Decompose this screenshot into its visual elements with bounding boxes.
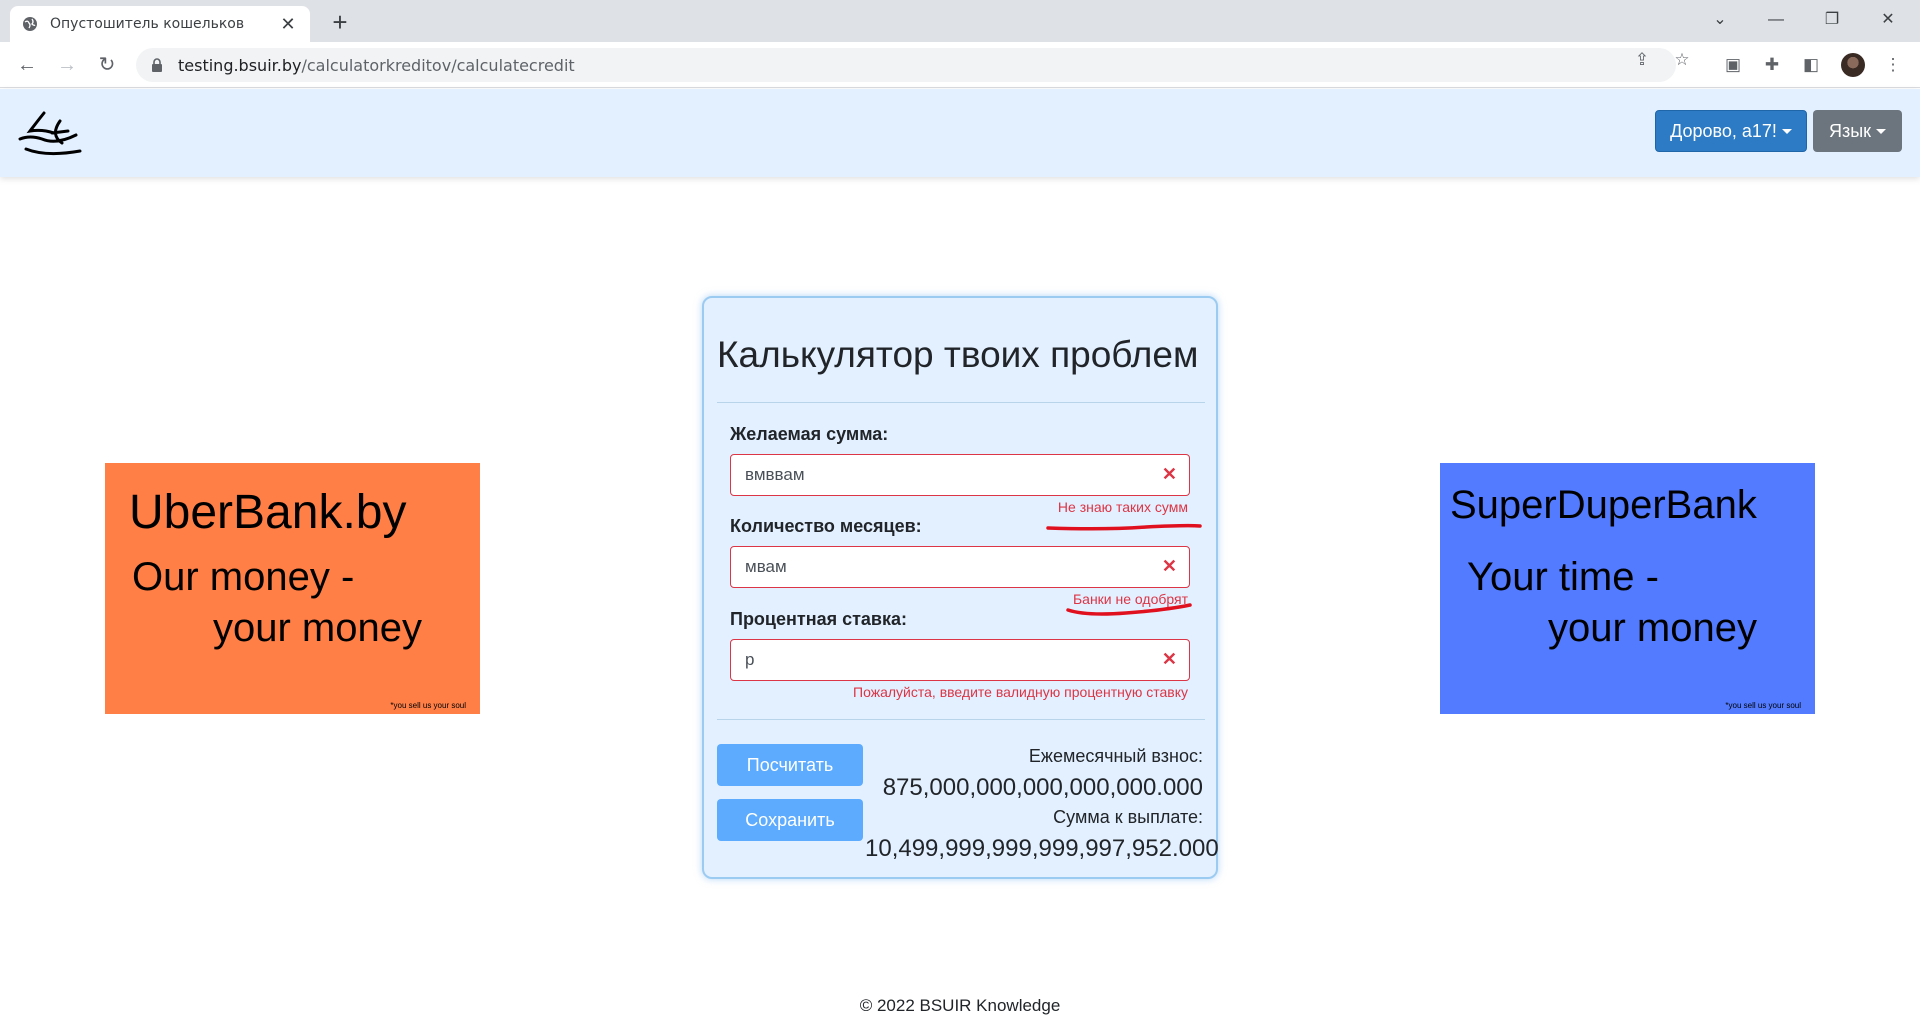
error-x-icon: ✕ xyxy=(1161,464,1177,484)
ad-fine-print: *you sell us your soul xyxy=(390,701,466,710)
total-payment-value: 10,499,999,999,999,997,952.000 xyxy=(865,835,1219,862)
ad-line: your money xyxy=(213,606,422,650)
red-underline-annotation xyxy=(1066,603,1192,616)
reload-icon[interactable]: ↻ xyxy=(92,50,122,80)
footer-copyright: © 2022 BSUIR Knowledge xyxy=(859,996,1061,1015)
ad-fine-print: *you sell us your soul xyxy=(1725,701,1801,710)
calculate-button[interactable]: Посчитать xyxy=(717,744,863,786)
ad-title: UberBank.by xyxy=(129,486,407,539)
side-panel-icon[interactable]: ◧ xyxy=(1800,54,1822,76)
tab-title: Опустошитель кошельков xyxy=(50,16,245,32)
rate-error: Пожалуйста, введите валидную процентную … xyxy=(853,684,1188,700)
save-button[interactable]: Сохранить xyxy=(717,799,863,841)
caret-down-icon xyxy=(1876,128,1887,134)
months-input[interactable] xyxy=(731,547,1141,587)
share-icon[interactable]: ⇪ xyxy=(1632,50,1652,70)
amount-label: Желаемая сумма: xyxy=(730,424,889,444)
rate-label: Процентная ставка: xyxy=(730,609,907,629)
credit-calculator-card: Калькулятор твоих проблем Желаемая сумма… xyxy=(702,296,1219,879)
total-payment-label: Сумма к выплате: xyxy=(1053,807,1203,827)
close-window-icon[interactable]: ✕ xyxy=(1868,6,1908,34)
ad-line: Your time - xyxy=(1467,555,1659,599)
caret-down-icon xyxy=(1781,128,1792,134)
browser-tab[interactable]: Опустошитель кошельков ✕ xyxy=(10,6,310,42)
user-menu-label: Дорово, a17! xyxy=(1670,120,1777,141)
language-button[interactable]: Язык xyxy=(1813,110,1902,152)
browser-tabstrip: Опустошитель кошельков ✕ + ⌄ — ❐ ✕ xyxy=(0,0,1920,42)
lock-icon xyxy=(152,58,162,72)
url-host: testing.bsuir.by xyxy=(178,55,302,75)
divider xyxy=(717,719,1205,720)
monthly-payment-label: Ежемесячный взнос: xyxy=(1028,746,1203,766)
amount-field[interactable]: ✕ xyxy=(730,454,1190,496)
page-title: Калькулятор твоих проблем xyxy=(717,334,1199,375)
monthly-payment-value: 875,000,000,000,000,000.000 xyxy=(882,774,1203,801)
error-x-icon: ✕ xyxy=(1161,649,1177,669)
ad-line: your money xyxy=(1548,606,1757,650)
divider xyxy=(717,402,1205,403)
browser-toolbar: ← → ↻ testing.bsuir.by/calculatorkredito… xyxy=(0,42,1920,88)
red-underline-annotation xyxy=(1046,523,1202,531)
months-label: Количество месяцев: xyxy=(730,516,922,536)
new-tab-icon[interactable]: + xyxy=(326,8,354,36)
address-bar[interactable]: testing.bsuir.by/calculatorkreditov/calc… xyxy=(136,48,1676,82)
minimize-icon[interactable]: — xyxy=(1756,6,1796,34)
extension-pocket-icon[interactable]: ▣ xyxy=(1722,54,1744,76)
restore-icon[interactable]: ❐ xyxy=(1812,6,1852,34)
globe-icon xyxy=(23,17,37,31)
rate-field[interactable]: ✕ xyxy=(730,639,1190,681)
ad-title: SuperDuperBank xyxy=(1450,483,1757,527)
site-header: Дорово, a17! Язык xyxy=(0,89,1920,177)
bookmark-star-icon[interactable]: ☆ xyxy=(1672,50,1692,70)
menu-kebab-icon[interactable]: ⋮ xyxy=(1882,54,1904,76)
profile-avatar[interactable] xyxy=(1841,53,1865,77)
amount-error: Не знаю таких сумм xyxy=(1057,499,1188,515)
rate-input[interactable] xyxy=(731,640,1141,680)
close-tab-icon[interactable]: ✕ xyxy=(278,14,298,35)
months-field[interactable]: ✕ xyxy=(730,546,1190,588)
bird-logo-icon[interactable] xyxy=(16,105,86,161)
ad-line: Our money - xyxy=(132,555,355,599)
forward-icon[interactable]: → xyxy=(52,50,82,80)
uberbank-ad[interactable]: UberBank.by Our money - your money *you … xyxy=(105,463,480,714)
tab-search-icon[interactable]: ⌄ xyxy=(1700,6,1740,34)
amount-input[interactable] xyxy=(731,455,1141,495)
superduperbank-ad[interactable]: SuperDuperBank Your time - your money *y… xyxy=(1440,463,1815,714)
language-label: Язык xyxy=(1828,120,1872,141)
url-path: /calculatorkreditov/calculatecredit xyxy=(301,55,575,75)
user-menu-button[interactable]: Дорово, a17! xyxy=(1655,110,1807,152)
back-icon[interactable]: ← xyxy=(12,50,42,80)
extensions-puzzle-icon[interactable]: ✚ xyxy=(1761,54,1783,76)
error-x-icon: ✕ xyxy=(1161,556,1177,576)
